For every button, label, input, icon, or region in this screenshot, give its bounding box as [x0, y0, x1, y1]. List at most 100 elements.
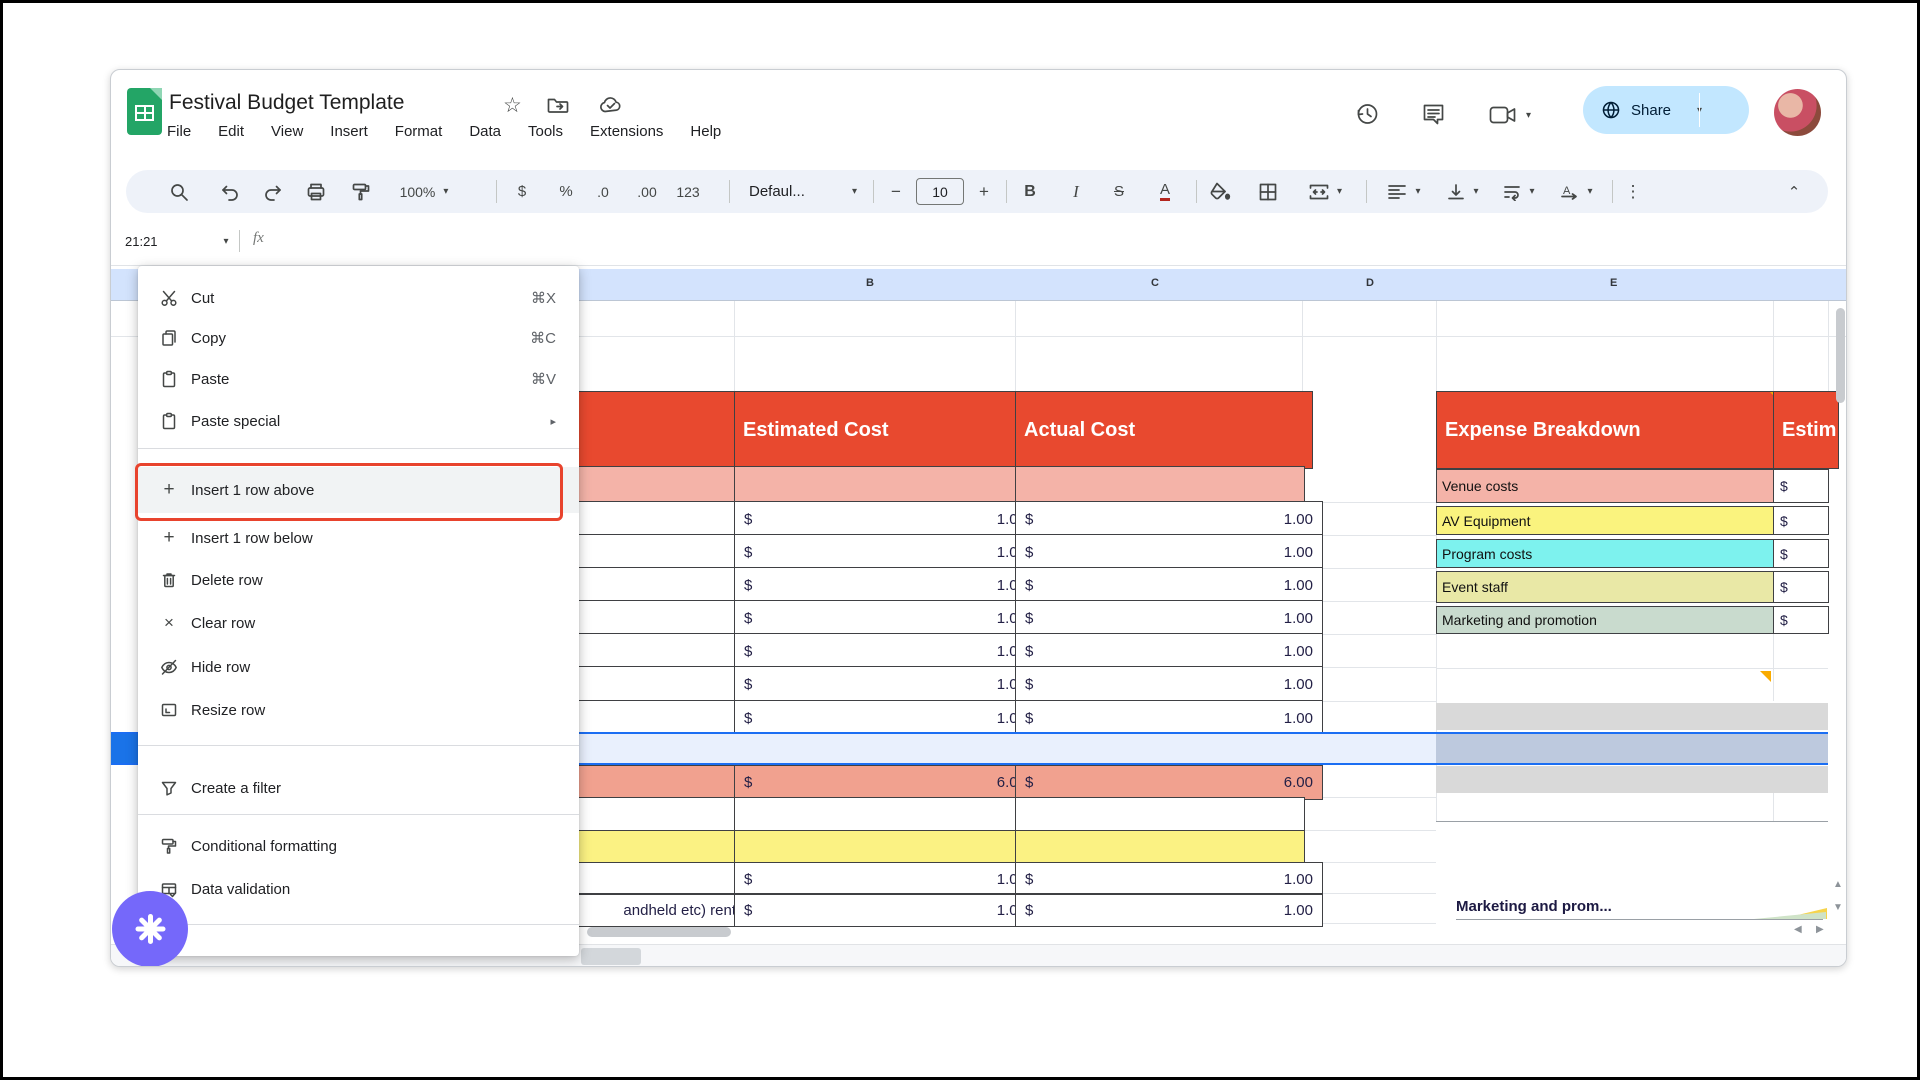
menu-view[interactable]: View — [271, 123, 303, 140]
merge-cells-control[interactable]: ▾ — [1298, 170, 1352, 213]
redo-icon[interactable] — [261, 170, 287, 213]
expense-dollar-cell[interactable]: $ — [1773, 571, 1829, 603]
estimated-cost-cell[interactable]: $1.00 — [734, 633, 1036, 669]
menu-item-paste-special[interactable]: Paste special ▸ — [138, 401, 579, 441]
name-box[interactable]: 21:21 ▾ — [123, 222, 233, 260]
gray-cells-block[interactable] — [1436, 703, 1828, 730]
more-formats-button[interactable]: 123 — [672, 170, 704, 213]
menu-format[interactable]: Format — [395, 123, 443, 140]
share-button[interactable]: Share ▾ — [1583, 86, 1749, 134]
sheets-logo-icon[interactable] — [127, 88, 162, 135]
menu-item-copy[interactable]: Copy ⌘C — [138, 318, 579, 358]
menu-help[interactable]: Help — [690, 123, 721, 140]
table-cell[interactable] — [734, 466, 1018, 504]
column-header-D[interactable]: D — [1366, 277, 1374, 289]
document-title[interactable]: Festival Budget Template — [169, 91, 404, 115]
menu-item-delete-row[interactable]: Delete row — [138, 560, 579, 600]
menu-item-insert-row-below[interactable]: + Insert 1 row below — [138, 518, 579, 558]
actual-cost-cell[interactable]: $1.00 — [1015, 600, 1323, 636]
estimated-cost-cell[interactable]: $1.00 — [734, 534, 1036, 570]
menu-item-create-filter[interactable]: Create a filter — [138, 768, 579, 808]
estimated-cost-cell[interactable]: $1.00 — [734, 600, 1036, 636]
move-folder-icon[interactable] — [547, 96, 569, 119]
actual-cost-cell[interactable]: $1.00 — [1015, 893, 1323, 927]
expense-dollar-cell[interactable]: $ — [1773, 539, 1829, 568]
actual-cost-cell[interactable]: $1.00 — [1015, 501, 1323, 537]
bold-button[interactable]: B — [1018, 170, 1042, 213]
actual-cost-cell[interactable]: $1.00 — [1015, 862, 1323, 896]
expense-row-marketing[interactable]: Marketing and promotion — [1436, 606, 1774, 634]
text-rotation-control[interactable]: A ▾ — [1550, 170, 1602, 213]
star-icon[interactable]: ☆ — [503, 93, 522, 118]
fill-color-icon[interactable] — [1206, 170, 1234, 213]
collapse-toolbar-button[interactable]: ⌃ — [1781, 170, 1807, 213]
format-percent-button[interactable]: % — [554, 170, 578, 213]
borders-icon[interactable] — [1254, 170, 1282, 213]
table-cell[interactable] — [1015, 797, 1305, 833]
version-history-icon[interactable] — [1354, 101, 1380, 132]
increase-font-size-button[interactable]: + — [972, 170, 996, 213]
expense-row-av[interactable]: AV Equipment — [1436, 506, 1774, 535]
account-avatar[interactable] — [1774, 89, 1821, 136]
column-header-C[interactable]: C — [1151, 277, 1159, 289]
meet-presentation-control[interactable]: ▾ — [1489, 105, 1531, 125]
menu-item-clear-row[interactable]: × Clear row — [138, 603, 579, 643]
estimated-cost-cell[interactable]: $1.00 — [734, 893, 1036, 927]
estimated-cost-cell[interactable]: $1.00 — [734, 700, 1036, 736]
estimated-cost-cell[interactable]: $1.00 — [734, 567, 1036, 603]
font-size-input[interactable]: 10 — [916, 170, 964, 213]
menu-edit[interactable]: Edit — [218, 123, 244, 140]
horizontal-align-control[interactable]: ▾ — [1378, 170, 1430, 213]
estimated-cost-cell[interactable]: $1.00 — [734, 862, 1036, 896]
expense-estimated-header[interactable]: Estim — [1773, 391, 1839, 469]
horizontal-scrollbar-thumb[interactable] — [587, 927, 731, 937]
expense-row-staff[interactable]: Event staff — [1436, 571, 1774, 603]
actual-cost-header[interactable]: Actual Cost — [1015, 391, 1313, 469]
estimated-cost-cell[interactable]: $6.00 — [734, 765, 1036, 800]
column-header-E[interactable]: E — [1610, 277, 1617, 289]
comments-icon[interactable] — [1421, 102, 1446, 132]
menu-item-conditional-formatting[interactable]: Conditional formatting — [138, 826, 579, 866]
actual-cost-cell[interactable]: $1.00 — [1015, 666, 1323, 703]
zoom-select[interactable]: 100%▾ — [388, 170, 460, 213]
text-wrap-control[interactable]: ▾ — [1494, 170, 1544, 213]
menu-item-resize-row[interactable]: Resize row — [138, 690, 579, 730]
italic-button[interactable]: I — [1064, 170, 1088, 213]
increase-decimal-button[interactable]: .00 — [630, 170, 664, 213]
gray-cells-block[interactable] — [1436, 766, 1828, 793]
selected-row-gray-section[interactable] — [1436, 733, 1828, 764]
strikethrough-button[interactable]: S — [1106, 170, 1132, 213]
expense-breakdown-header[interactable]: Expense Breakdown — [1436, 391, 1784, 469]
paint-format-icon[interactable] — [348, 170, 374, 213]
actual-cost-cell[interactable]: $6.00 — [1015, 765, 1323, 800]
estimated-cost-header[interactable]: Estimated Cost — [734, 391, 1026, 469]
text-color-button[interactable]: A — [1152, 170, 1178, 213]
actual-cost-cell[interactable]: $1.00 — [1015, 534, 1323, 570]
expense-row-venue[interactable]: Venue costs — [1436, 469, 1774, 503]
expense-row-program[interactable]: Program costs — [1436, 539, 1774, 568]
menu-data[interactable]: Data — [469, 123, 501, 140]
print-icon[interactable] — [303, 170, 329, 213]
actual-cost-cell[interactable]: $1.00 — [1015, 633, 1323, 669]
vertical-align-control[interactable]: ▾ — [1438, 170, 1488, 213]
scroll-right-icon[interactable]: ▶ — [1816, 924, 1824, 935]
table-cell[interactable] — [1015, 830, 1305, 865]
table-cell[interactable] — [734, 797, 1018, 833]
cloud-saved-icon[interactable] — [599, 96, 623, 119]
toolbar-overflow-button[interactable]: ⋮ — [1622, 170, 1644, 213]
menu-item-hide-row[interactable]: Hide row — [138, 647, 579, 687]
menu-file[interactable]: File — [167, 123, 191, 140]
menu-extensions[interactable]: Extensions — [590, 123, 663, 140]
table-cell[interactable] — [1015, 466, 1305, 504]
menu-item-cut[interactable]: Cut ⌘X — [138, 278, 579, 318]
undo-icon[interactable] — [216, 170, 242, 213]
column-header-B[interactable]: B — [866, 277, 874, 289]
estimated-cost-cell[interactable]: $1.00 — [734, 666, 1036, 703]
decrease-decimal-button[interactable]: .0 — [588, 170, 618, 213]
actual-cost-cell[interactable]: $1.00 — [1015, 700, 1323, 736]
selected-row-header-fragment[interactable] — [111, 734, 138, 763]
menu-tools[interactable]: Tools — [528, 123, 563, 140]
actual-cost-cell[interactable]: $1.00 — [1015, 567, 1323, 603]
estimated-cost-cell[interactable]: $1.00 — [734, 501, 1036, 537]
menu-item-data-validation[interactable]: Data validation — [138, 869, 579, 909]
